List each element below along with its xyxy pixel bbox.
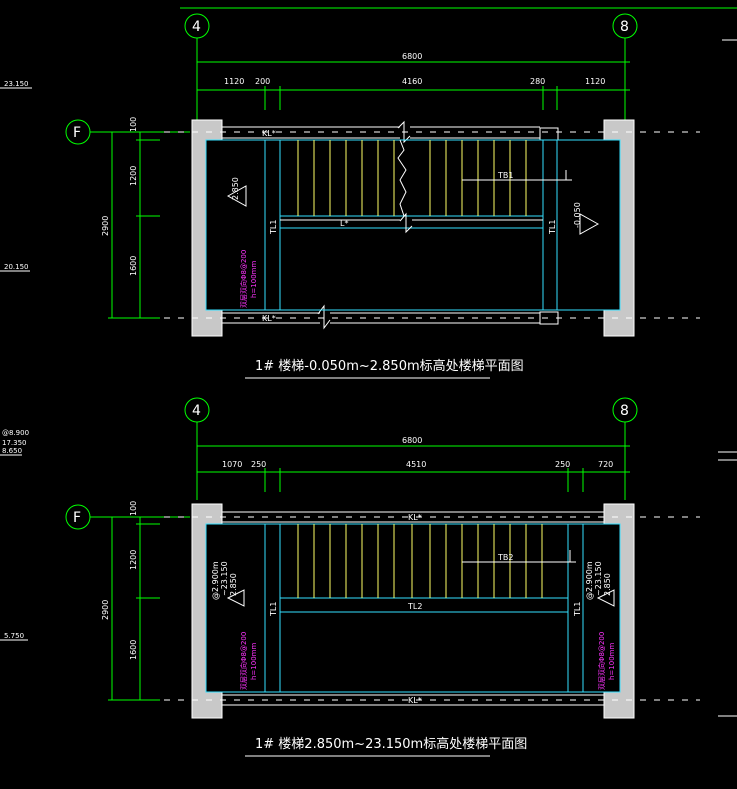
edge-level-4: 17.350 [2,439,27,447]
plan2-seg-3: 4510 [406,460,426,469]
left-edge-levels: 23.150 20.150 @8.900 17.350 8.650 5.750 [0,80,32,641]
stair-drawing: 23.150 20.150 @8.900 17.350 8.650 5.750 … [0,7,737,757]
plan2-tb: TB2 [497,553,513,562]
plan2-level-right-3: 2.850 [603,573,612,596]
plan1-vert-seg-2: 1200 [129,166,138,186]
plan1-overall-dim: 6800 [402,52,422,61]
plan1-beam-top: KL* [262,129,276,138]
plan1-title: 1# 楼梯-0.050m~2.850m标高处楼梯平面图 [255,358,524,374]
plan-2: 4 8 6800 1070 250 4510 250 720 F 2900 10… [65,397,700,757]
plan2-vert-seg-1: 100 [129,501,138,516]
plan2-level-left-3: 2.850 [229,573,238,596]
plan1-vert-seg-1: 100 [129,117,138,132]
plan2-tl-left: TL1 [269,602,278,617]
plan2-seg-4: 250 [555,460,570,469]
plan2-wall-left [191,503,223,719]
plan2-seg-5: 720 [598,460,613,469]
edge-level-2: 20.150 [4,263,29,271]
plan2-title: 1# 楼梯2.850m~23.150m标高处楼梯平面图 [255,736,527,752]
plan2-overall-dim: 6800 [402,436,422,445]
axis-4-label-2: 4 [192,403,201,419]
plan2-level-right-1: @2.900m [585,561,594,600]
plan1-beam-bottom: KL* [262,314,276,323]
plan1-beam-mid: L* [340,219,348,228]
edge-level-1: 23.150 [4,80,29,88]
plan2-level-left-2: ~23.150 [220,561,229,596]
axis-8-label-1: 8 [620,19,629,35]
edge-level-3: @8.900 [2,429,29,437]
plan2-wall-right [603,503,635,719]
edge-level-5: 8.650 [2,447,22,455]
plan1-wall-left [191,119,223,337]
axis-8-label-2: 8 [620,403,629,419]
plan1-vert-total: 2900 [101,216,110,236]
plan-1: 4 8 6800 1120 200 4160 280 1120 F 2900 1… [65,13,700,379]
plan1-seg-5: 1120 [585,77,605,86]
axis-4-label-1: 4 [192,19,201,35]
plan2-beam-top: KL* [408,513,422,522]
edge-level-6: 5.750 [4,632,24,640]
plan2-level-right-2: ~23.150 [594,561,603,596]
plan1-seg-3: 4160 [402,77,422,86]
plan1-seg-1: 1120 [224,77,244,86]
plan2-note-right-1: 双层双向Φ8@200 [597,632,606,690]
plan2-seg-2: 250 [251,460,266,469]
plan2-tl-right: TL1 [573,602,582,617]
plan1-vert-seg-3: 1600 [129,256,138,276]
plan1-steps [297,140,527,216]
plan2-beam-bottom: KL* [408,696,422,705]
plan2-vert-seg-2: 1200 [129,550,138,570]
axis-f-label-2: F [73,510,81,526]
plan2-beam-mid: TL2 [407,602,422,611]
plan1-tl-left: TL1 [269,220,278,235]
axis-f-label-1: F [73,125,81,141]
plan2-note-left-1: 双层双向Φ8@200 [239,632,248,690]
plan1-col-top [539,127,559,141]
plan1-level-right: -0.050 [573,202,582,228]
plan2-vert-total: 2900 [101,600,110,620]
plan2-note-left-2: h=100mm [250,643,258,680]
plan2-seg-1: 1070 [222,460,242,469]
plan1-wall-right [603,119,635,337]
plan1-seg-4: 280 [530,77,545,86]
right-edge-marks [718,39,737,717]
plan1-seg-2: 200 [255,77,270,86]
plan1-note-1: 双层双向Φ8@200 [239,250,248,308]
plan1-tl-right: TL1 [548,220,557,235]
plan2-note-right-2: h=100mm [608,643,616,680]
plan2-vert-seg-3: 1600 [129,640,138,660]
plan1-level-left: 2.850 [231,177,240,200]
plan1-tb: TB1 [497,171,513,180]
plan1-note-2: h=100mm [250,261,258,298]
plan2-level-left-1: @2.900m [211,561,220,600]
